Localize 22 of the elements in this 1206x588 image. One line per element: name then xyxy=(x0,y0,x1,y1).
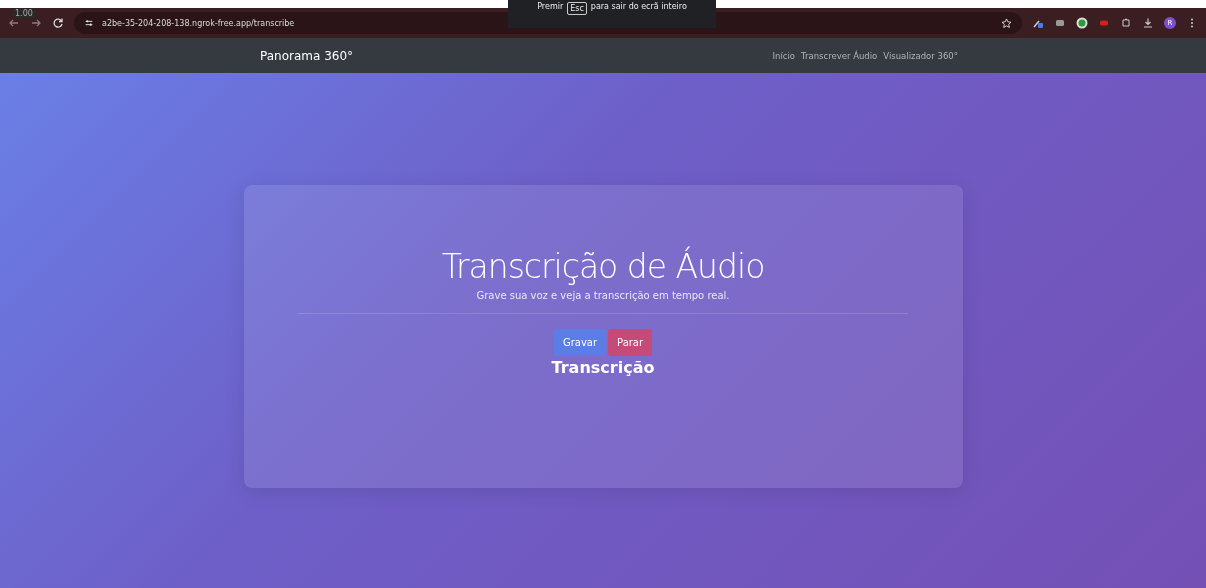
stop-button[interactable]: Parar xyxy=(608,329,653,356)
zoom-level: 1.00 xyxy=(13,9,35,18)
page-title: Transcrição de Áudio xyxy=(441,247,765,286)
forward-icon[interactable] xyxy=(30,17,42,29)
site-settings-icon[interactable] xyxy=(84,18,94,28)
nav-link[interactable]: Início xyxy=(772,50,795,61)
section-title: Transcrição xyxy=(551,358,655,377)
notice-text: Premir xyxy=(537,2,564,11)
nav-link[interactable]: Visualizador 360° xyxy=(883,50,958,61)
key-hint: Esc xyxy=(567,2,587,15)
download-icon[interactable] xyxy=(1142,17,1154,29)
reload-icon[interactable] xyxy=(52,17,64,29)
notice-text: para sair do ecrã inteiro xyxy=(590,2,687,11)
puzzle-icon[interactable] xyxy=(1120,17,1132,29)
nav-link[interactable]: Transcrever Áudio xyxy=(801,50,878,61)
extension-icon[interactable] xyxy=(1076,17,1088,29)
brand-link[interactable]: Panorama 360° xyxy=(260,48,354,63)
record-button[interactable]: Gravar xyxy=(553,329,607,356)
bookmark-star-icon[interactable] xyxy=(1001,17,1012,29)
back-icon[interactable] xyxy=(8,17,20,29)
extension-icon[interactable] xyxy=(1054,17,1066,29)
subtitle: Grave sua voz e veja a transcrição em tempo real. xyxy=(476,290,730,301)
